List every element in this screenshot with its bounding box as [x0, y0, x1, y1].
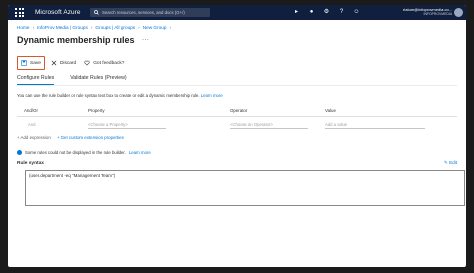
- save-icon: [21, 60, 27, 66]
- page-title: Dynamic membership rules: [17, 35, 135, 45]
- breadcrumb-separator: ›: [32, 25, 35, 30]
- settings-icon[interactable]: ⚙: [323, 9, 330, 16]
- close-icon: [51, 60, 57, 66]
- discard-button[interactable]: Discard: [51, 57, 76, 69]
- column-operator: Operator: [230, 108, 248, 113]
- breadcrumb-infoprov-groups[interactable]: InfoProv Media | Groups: [37, 25, 88, 30]
- tab-validate-rules[interactable]: Validate Rules (Preview): [70, 75, 126, 85]
- avatar[interactable]: [454, 8, 463, 17]
- topbar-icon-group: ▸ ● ⚙ ? ☺: [293, 9, 360, 16]
- operator-select[interactable]: <Choose an Operator>: [230, 122, 308, 129]
- account-info[interactable]: riatum@infoprovmedia.co... INFOPROVMEDIA: [403, 7, 452, 16]
- breadcrumb-all-groups[interactable]: Groups | All groups: [95, 25, 135, 30]
- breadcrumb-home[interactable]: Home: [17, 25, 30, 30]
- edit-syntax-button[interactable]: ✎ Edit: [444, 160, 457, 166]
- app-launcher-icon[interactable]: [15, 8, 27, 17]
- search-placeholder: Search resources, services, and docs (G+…: [102, 10, 185, 15]
- top-navigation-bar: Microsoft Azure Search resources, servic…: [8, 5, 466, 20]
- rule-syntax-label: Rule syntax: [17, 161, 44, 166]
- feedback-label: Got feedback?: [93, 60, 125, 66]
- intro-learn-more-link[interactable]: Learn more: [201, 93, 223, 98]
- azure-portal-window: Microsoft Azure Search resources, servic…: [8, 5, 466, 267]
- help-icon[interactable]: ?: [338, 9, 345, 16]
- notifications-icon[interactable]: ●: [308, 9, 315, 16]
- info-learn-more-link[interactable]: Learn more: [129, 150, 151, 155]
- info-icon: [17, 150, 22, 155]
- intro-description: You can use the rule builder or rule syn…: [17, 93, 200, 98]
- column-property: Property: [88, 108, 105, 113]
- global-search-input[interactable]: Search resources, services, and docs (G+…: [90, 8, 210, 17]
- edit-label: Edit: [449, 160, 457, 165]
- intro-text: You can use the rule builder or rule syn…: [17, 93, 223, 98]
- feedback-button[interactable]: Got feedback?: [84, 57, 124, 69]
- tab-divider: [17, 85, 457, 86]
- column-value: Value: [325, 108, 336, 113]
- discard-label: Discard: [59, 60, 77, 66]
- brand-name[interactable]: Microsoft Azure: [35, 9, 81, 16]
- feedback-icon[interactable]: ☺: [353, 9, 360, 16]
- tab-configure-rules[interactable]: Configure Rules: [17, 75, 55, 85]
- breadcrumb: Home › InfoProv Media | Groups › Groups …: [17, 25, 171, 30]
- command-bar: Save Discard Got feedback?: [17, 56, 132, 70]
- save-label: Save: [30, 60, 41, 66]
- add-expression-button[interactable]: + Add expression: [17, 135, 51, 140]
- rule-actions: + Add expression + Get custom extension …: [17, 135, 124, 140]
- rule-tabs: Configure Rules Validate Rules (Preview): [17, 75, 127, 85]
- search-icon: [94, 10, 99, 15]
- breadcrumb-separator: ›: [90, 25, 93, 30]
- save-button[interactable]: Save: [17, 56, 45, 70]
- andor-select[interactable]: And: [28, 122, 35, 127]
- pencil-icon: ✎: [443, 160, 448, 165]
- value-input[interactable]: Add a value: [325, 122, 425, 129]
- breadcrumb-separator: ›: [169, 25, 171, 30]
- cloud-shell-icon[interactable]: ▸: [293, 9, 300, 16]
- breadcrumb-new-group[interactable]: New Group: [143, 25, 167, 30]
- breadcrumb-separator: ›: [138, 25, 140, 30]
- rule-syntax-textbox[interactable]: (user.department -eq "Management Team"): [25, 170, 465, 206]
- info-text: Some rules could not be displayed in the…: [25, 150, 126, 155]
- user-org: INFOPROVMEDIA: [423, 12, 452, 16]
- column-andor: And/Or: [24, 108, 38, 113]
- feedback-heart-icon: [84, 60, 90, 66]
- property-select[interactable]: <Choose a Property>: [88, 122, 166, 129]
- more-options-button[interactable]: ...: [142, 35, 149, 42]
- custom-extension-properties-link[interactable]: + Get custom extension properties: [57, 135, 124, 140]
- info-message: Some rules could not be displayed in the…: [17, 150, 151, 155]
- table-divider: [17, 116, 457, 117]
